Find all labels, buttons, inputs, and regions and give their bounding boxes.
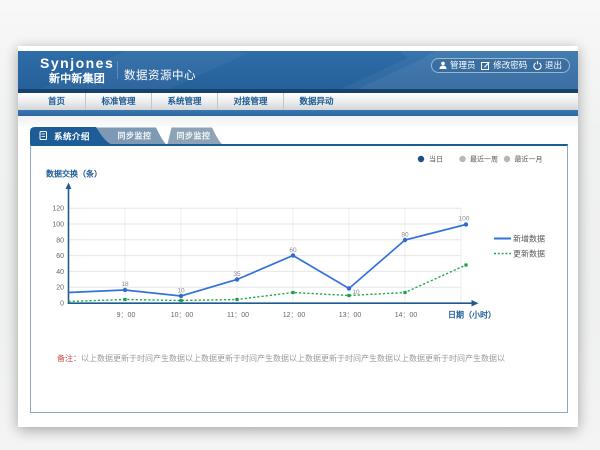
svg-text:60: 60 — [289, 247, 297, 254]
svg-text:120: 120 — [52, 206, 64, 213]
svg-text:更新数据: 更新数据 — [513, 249, 545, 259]
svg-text:10: 10 — [177, 288, 185, 295]
svg-text:最近一月: 最近一月 — [515, 155, 543, 164]
svg-text:35: 35 — [233, 271, 241, 278]
svg-text:14：00: 14：00 — [395, 312, 418, 319]
svg-text:18: 18 — [121, 281, 129, 288]
svg-text:同步监控: 同步监控 — [118, 131, 152, 141]
svg-text:100: 100 — [459, 216, 470, 223]
svg-text:100: 100 — [52, 222, 64, 229]
svg-text:新增数据: 新增数据 — [513, 234, 545, 244]
svg-text:最近一周: 最近一周 — [470, 155, 498, 164]
svg-text:数据交换（条）: 数据交换（条） — [46, 169, 102, 179]
svg-text:60: 60 — [56, 253, 64, 260]
svg-text:0: 0 — [60, 301, 64, 308]
svg-text:11：00: 11：00 — [227, 312, 249, 319]
svg-text:80: 80 — [401, 232, 409, 239]
svg-text:40: 40 — [56, 269, 64, 276]
svg-text:同步监控: 同步监控 — [177, 131, 211, 141]
svg-text:10: 10 — [352, 289, 360, 296]
svg-text:系统介绍: 系统介绍 — [54, 132, 90, 142]
svg-text:10：00: 10：00 — [171, 312, 194, 319]
svg-text:当日: 当日 — [429, 155, 443, 164]
svg-text:12：00: 12：00 — [283, 312, 306, 319]
svg-text:13：00: 13：00 — [339, 312, 362, 319]
svg-text:20: 20 — [56, 285, 64, 292]
svg-text:日期（小时）: 日期（小时） — [448, 310, 496, 320]
svg-text:9：00: 9：00 — [117, 312, 136, 319]
svg-text:80: 80 — [56, 237, 64, 244]
